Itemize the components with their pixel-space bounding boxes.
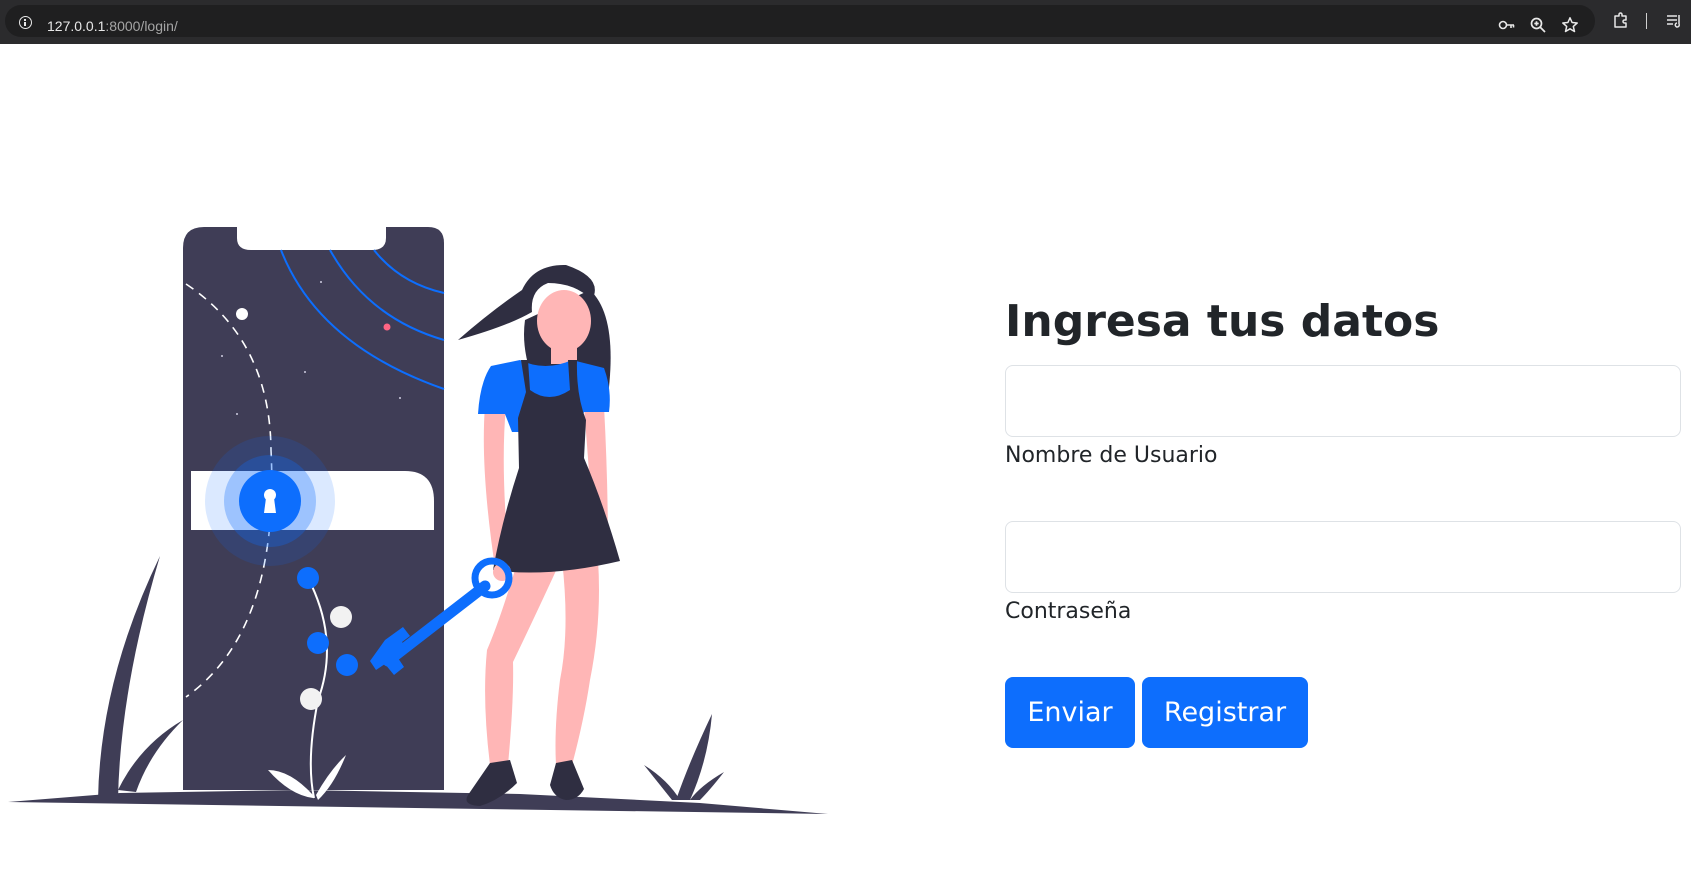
phone-illustration <box>183 227 445 800</box>
url-path: :8000/login/ <box>105 18 178 34</box>
reading-list-icon[interactable] <box>1665 11 1683 29</box>
password-label: Contraseña <box>1005 599 1132 624</box>
info-icon[interactable] <box>19 16 32 29</box>
zoom-icon[interactable] <box>1529 16 1547 34</box>
username-input[interactable] <box>1005 365 1681 437</box>
key-icon[interactable] <box>1498 16 1516 34</box>
extensions-icon[interactable] <box>1612 11 1630 29</box>
username-label: Nombre de Usuario <box>1005 443 1218 468</box>
url-host: 127.0.0.1 <box>47 18 106 34</box>
form-title: Ingresa tus datos <box>1005 296 1440 347</box>
register-button[interactable]: Registrar <box>1142 677 1308 748</box>
star-icon[interactable] <box>1561 16 1579 34</box>
login-illustration <box>8 227 828 814</box>
password-input[interactable] <box>1005 521 1681 593</box>
toolbar-divider <box>1646 13 1647 29</box>
browser-toolbar: 127.0.0.1:8000/login/ <box>0 0 1691 44</box>
url-text[interactable]: 127.0.0.1:8000/login/ <box>47 17 178 35</box>
address-bar[interactable]: 127.0.0.1:8000/login/ <box>5 5 1595 37</box>
submit-button[interactable]: Enviar <box>1005 677 1135 748</box>
